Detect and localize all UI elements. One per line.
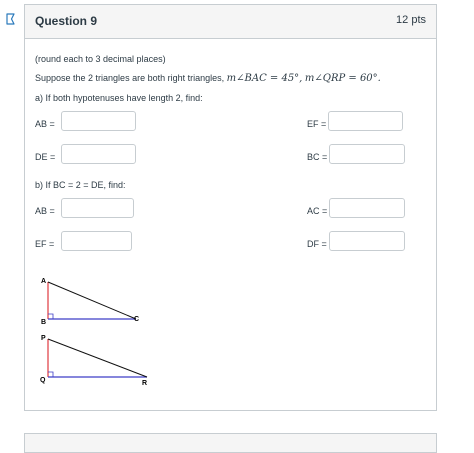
ab-label-b: AB = bbox=[35, 206, 55, 216]
premise-text: Suppose the 2 triangles are both right t… bbox=[35, 73, 381, 84]
premise-label: Suppose the 2 triangles are both right t… bbox=[35, 73, 225, 83]
part-a-heading: a) If both hypotenuses have length 2, fi… bbox=[35, 93, 203, 103]
vertex-p-label: P bbox=[41, 335, 46, 342]
triangle-abc-right-angle-mark bbox=[48, 313, 54, 319]
triangle-pqr-hypotenuse bbox=[47, 338, 148, 378]
premise-angle-qrp: m∠QRP = 60°. bbox=[304, 73, 381, 84]
ac-label-b: AC = bbox=[307, 206, 328, 216]
vertex-c-label: C bbox=[134, 316, 139, 323]
bc-input-a[interactable] bbox=[329, 144, 405, 164]
ef-label-b: EF = bbox=[35, 239, 55, 249]
question-card: Question 9 12 pts (round each to 3 decim… bbox=[24, 4, 437, 411]
question-points: 12 pts bbox=[396, 14, 426, 26]
vertex-a-label: A bbox=[41, 278, 46, 285]
bookmark-flag-icon[interactable] bbox=[6, 13, 15, 25]
question-title: Question 9 bbox=[35, 14, 98, 28]
ac-input-b[interactable] bbox=[329, 198, 405, 218]
df-label-b: DF = bbox=[307, 239, 327, 249]
de-input-a[interactable] bbox=[61, 144, 136, 164]
bc-label-a: BC = bbox=[307, 152, 328, 162]
ab-input-a[interactable] bbox=[61, 111, 136, 131]
ef-label-a: EF = bbox=[307, 119, 327, 129]
question-header: Question 9 12 pts bbox=[25, 5, 436, 39]
ef-input-b[interactable] bbox=[61, 231, 132, 251]
triangle-abc-hypotenuse bbox=[47, 281, 137, 320]
de-label-a: DE = bbox=[35, 152, 56, 162]
instruction-text: (round each to 3 decimal places) bbox=[35, 54, 166, 64]
vertex-b-label: B bbox=[41, 319, 46, 326]
premise-angle-bac: m∠BAC = 45°, bbox=[226, 73, 303, 84]
ef-input-a[interactable] bbox=[328, 111, 403, 131]
next-question-card bbox=[24, 433, 437, 453]
vertex-r-label: R bbox=[142, 380, 147, 387]
ab-input-b[interactable] bbox=[61, 198, 134, 218]
ab-label-a: AB = bbox=[35, 119, 55, 129]
df-input-b[interactable] bbox=[329, 231, 405, 251]
triangles-diagram: A B C P Q R bbox=[40, 278, 148, 387]
vertex-q-label: Q bbox=[40, 377, 46, 384]
part-b-heading: b) If BC = 2 = DE, find: bbox=[35, 180, 126, 190]
triangle-pqr-right-angle-mark bbox=[48, 371, 54, 377]
